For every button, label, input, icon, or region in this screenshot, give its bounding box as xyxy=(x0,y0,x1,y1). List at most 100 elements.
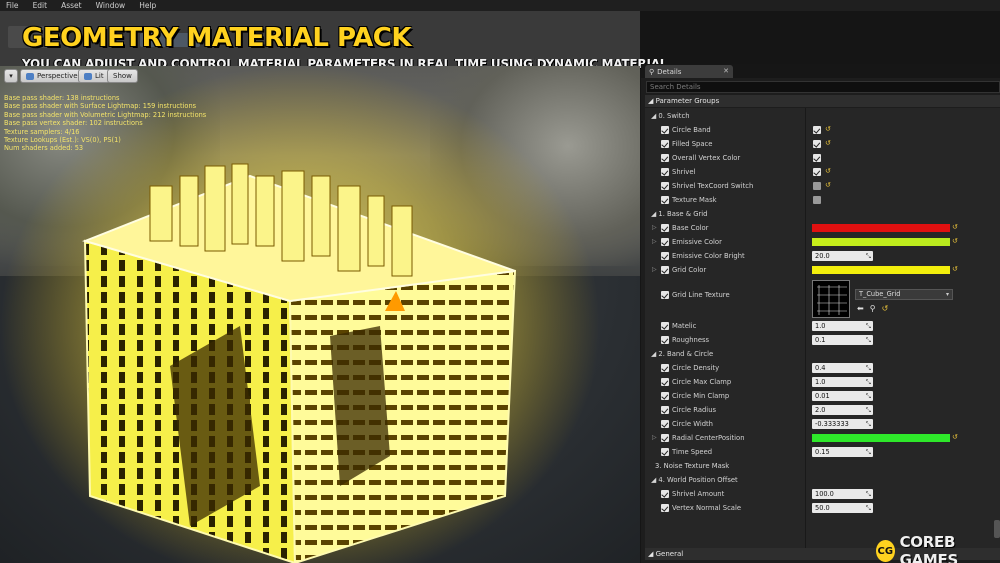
tab-details[interactable]: ⚲ Details ✕ xyxy=(645,65,733,78)
override-checkbox[interactable] xyxy=(661,406,669,414)
use-selected-icon[interactable]: ⬅ xyxy=(857,304,864,313)
value-checkbox[interactable] xyxy=(813,182,821,190)
group-band-circle[interactable]: ◢ 2. Band & Circle xyxy=(645,347,1000,361)
override-checkbox[interactable] xyxy=(661,224,669,232)
details-panel: ⚲ Details ✕ Search Details ◢ Parameter G… xyxy=(641,64,1000,563)
reset-icon[interactable]: ↺ xyxy=(952,433,958,441)
group-world-position-offset[interactable]: ◢ 4. World Position Offset xyxy=(645,473,1000,487)
show-button[interactable]: Show xyxy=(107,69,138,83)
number-field[interactable]: -0.333333 xyxy=(812,419,873,429)
color-swatch[interactable] xyxy=(812,238,950,246)
perspective-icon xyxy=(26,72,34,80)
override-checkbox[interactable] xyxy=(661,504,669,512)
tab-bar: ⚲ Details ✕ xyxy=(641,64,1000,78)
override-checkbox[interactable] xyxy=(661,126,669,134)
texture-thumbnail[interactable] xyxy=(812,280,850,318)
override-checkbox[interactable] xyxy=(661,420,669,428)
param-radial-center: ▷ Radial CenterPosition ↺ xyxy=(652,433,958,442)
param-base-color: ▷ Base Color ↺ xyxy=(652,223,958,232)
value-checkbox[interactable] xyxy=(813,126,821,134)
stat-line: Texture samplers: 4/16 xyxy=(4,127,80,136)
param-vertex-normal-scale: Vertex Normal Scale 50.0 xyxy=(645,501,1000,515)
value-checkbox[interactable] xyxy=(813,168,821,176)
menu-asset[interactable]: Asset xyxy=(61,1,82,10)
number-field[interactable]: 1.0 xyxy=(812,377,873,387)
number-field[interactable]: 0.1 xyxy=(812,335,873,345)
number-field[interactable]: 2.0 xyxy=(812,405,873,415)
color-swatch[interactable] xyxy=(812,266,950,274)
param-time-speed: Time Speed 0.15 xyxy=(645,445,1000,459)
group-label: ◢ 1. Base & Grid xyxy=(651,210,708,218)
expand-arrow-icon[interactable]: ▷ xyxy=(652,224,657,231)
lit-label: Lit xyxy=(95,72,104,80)
param-overall-vertex-color: Overall Vertex Color xyxy=(645,151,1000,165)
parameter-groups-label: Parameter Groups xyxy=(655,97,720,105)
override-checkbox[interactable] xyxy=(661,378,669,386)
expand-arrow-icon[interactable]: ▷ xyxy=(652,434,657,441)
reset-icon[interactable]: ↺ xyxy=(952,223,958,231)
override-checkbox[interactable] xyxy=(661,252,669,260)
reset-icon[interactable]: ↺ xyxy=(825,181,831,189)
override-checkbox[interactable] xyxy=(661,182,669,190)
value-checkbox[interactable] xyxy=(813,140,821,148)
perspective-button[interactable]: Perspective xyxy=(20,69,84,83)
param-roughness: Roughness 0.1 xyxy=(645,333,1000,347)
override-checkbox[interactable] xyxy=(661,140,669,148)
search-input[interactable]: Search Details xyxy=(646,81,1000,93)
number-field[interactable]: 50.0 xyxy=(812,503,873,513)
viewport[interactable]: ▾ Perspective Lit Show Base pass shader:… xyxy=(0,66,640,563)
override-checkbox[interactable] xyxy=(661,238,669,246)
stat-line: Texture Lookups (Est.): VS(0), PS(1) xyxy=(4,136,121,145)
group-switch[interactable]: ◢ 0. Switch xyxy=(645,109,1000,123)
parameter-groups-header[interactable]: ◢ Parameter Groups xyxy=(645,95,1000,107)
shader-stats: Base pass shader: 138 instructions Base … xyxy=(4,94,206,153)
browse-icon[interactable]: ⚲ xyxy=(870,304,876,313)
override-checkbox[interactable] xyxy=(661,154,669,162)
number-field[interactable]: 1.0 xyxy=(812,321,873,331)
override-checkbox[interactable] xyxy=(661,196,669,204)
value-checkbox[interactable] xyxy=(813,154,821,162)
override-checkbox[interactable] xyxy=(661,168,669,176)
viewport-menu-button[interactable]: ▾ xyxy=(4,69,18,83)
menu-help[interactable]: Help xyxy=(139,1,156,10)
number-field[interactable]: 0.01 xyxy=(812,391,873,401)
menu-window[interactable]: Window xyxy=(96,1,126,10)
expand-arrow-icon[interactable]: ▷ xyxy=(652,238,657,245)
reset-icon[interactable]: ↺ xyxy=(952,265,958,273)
group-noise-texture-mask[interactable]: 3. Noise Texture Mask xyxy=(645,459,1000,473)
group-label: ◢ 2. Band & Circle xyxy=(651,350,714,358)
stat-line: Base pass vertex shader: 102 instruction… xyxy=(4,119,143,128)
show-label: Show xyxy=(113,72,132,80)
menu-file[interactable]: File xyxy=(6,1,19,10)
override-checkbox[interactable] xyxy=(661,322,669,330)
texture-dropdown[interactable]: T_Cube_Grid ▾ xyxy=(855,289,953,300)
menu-edit[interactable]: Edit xyxy=(33,1,48,10)
override-checkbox[interactable] xyxy=(661,336,669,344)
number-field[interactable]: 20.0 xyxy=(812,251,873,261)
param-circle-max-clamp: Circle Max Clamp 1.0 xyxy=(645,375,1000,389)
reset-icon[interactable]: ↺ xyxy=(882,304,889,313)
override-checkbox[interactable] xyxy=(661,291,669,299)
override-checkbox[interactable] xyxy=(661,266,669,274)
reset-icon[interactable]: ↺ xyxy=(825,125,831,133)
close-icon[interactable]: ✕ xyxy=(723,67,729,75)
lit-button[interactable]: Lit xyxy=(78,69,110,83)
color-swatch[interactable] xyxy=(812,434,950,442)
color-swatch[interactable] xyxy=(812,224,950,232)
override-checkbox[interactable] xyxy=(661,392,669,400)
reset-icon[interactable]: ↺ xyxy=(825,167,831,175)
override-checkbox[interactable] xyxy=(661,490,669,498)
override-checkbox[interactable] xyxy=(661,434,669,442)
number-field[interactable]: 0.15 xyxy=(812,447,873,457)
param-shrivel: Shrivel ↺ xyxy=(645,165,1000,179)
reset-icon[interactable]: ↺ xyxy=(952,237,958,245)
value-checkbox[interactable] xyxy=(813,196,821,204)
number-field[interactable]: 0.4 xyxy=(812,363,873,373)
expand-arrow-icon[interactable]: ▷ xyxy=(652,266,657,273)
banner: GEOMETRY MATERIAL PACK YOU CAN ADJUST AN… xyxy=(0,11,667,71)
group-base-grid[interactable]: ◢ 1. Base & Grid xyxy=(645,207,1000,221)
override-checkbox[interactable] xyxy=(661,364,669,372)
override-checkbox[interactable] xyxy=(661,448,669,456)
number-field[interactable]: 100.0 xyxy=(812,489,873,499)
reset-icon[interactable]: ↺ xyxy=(825,139,831,147)
